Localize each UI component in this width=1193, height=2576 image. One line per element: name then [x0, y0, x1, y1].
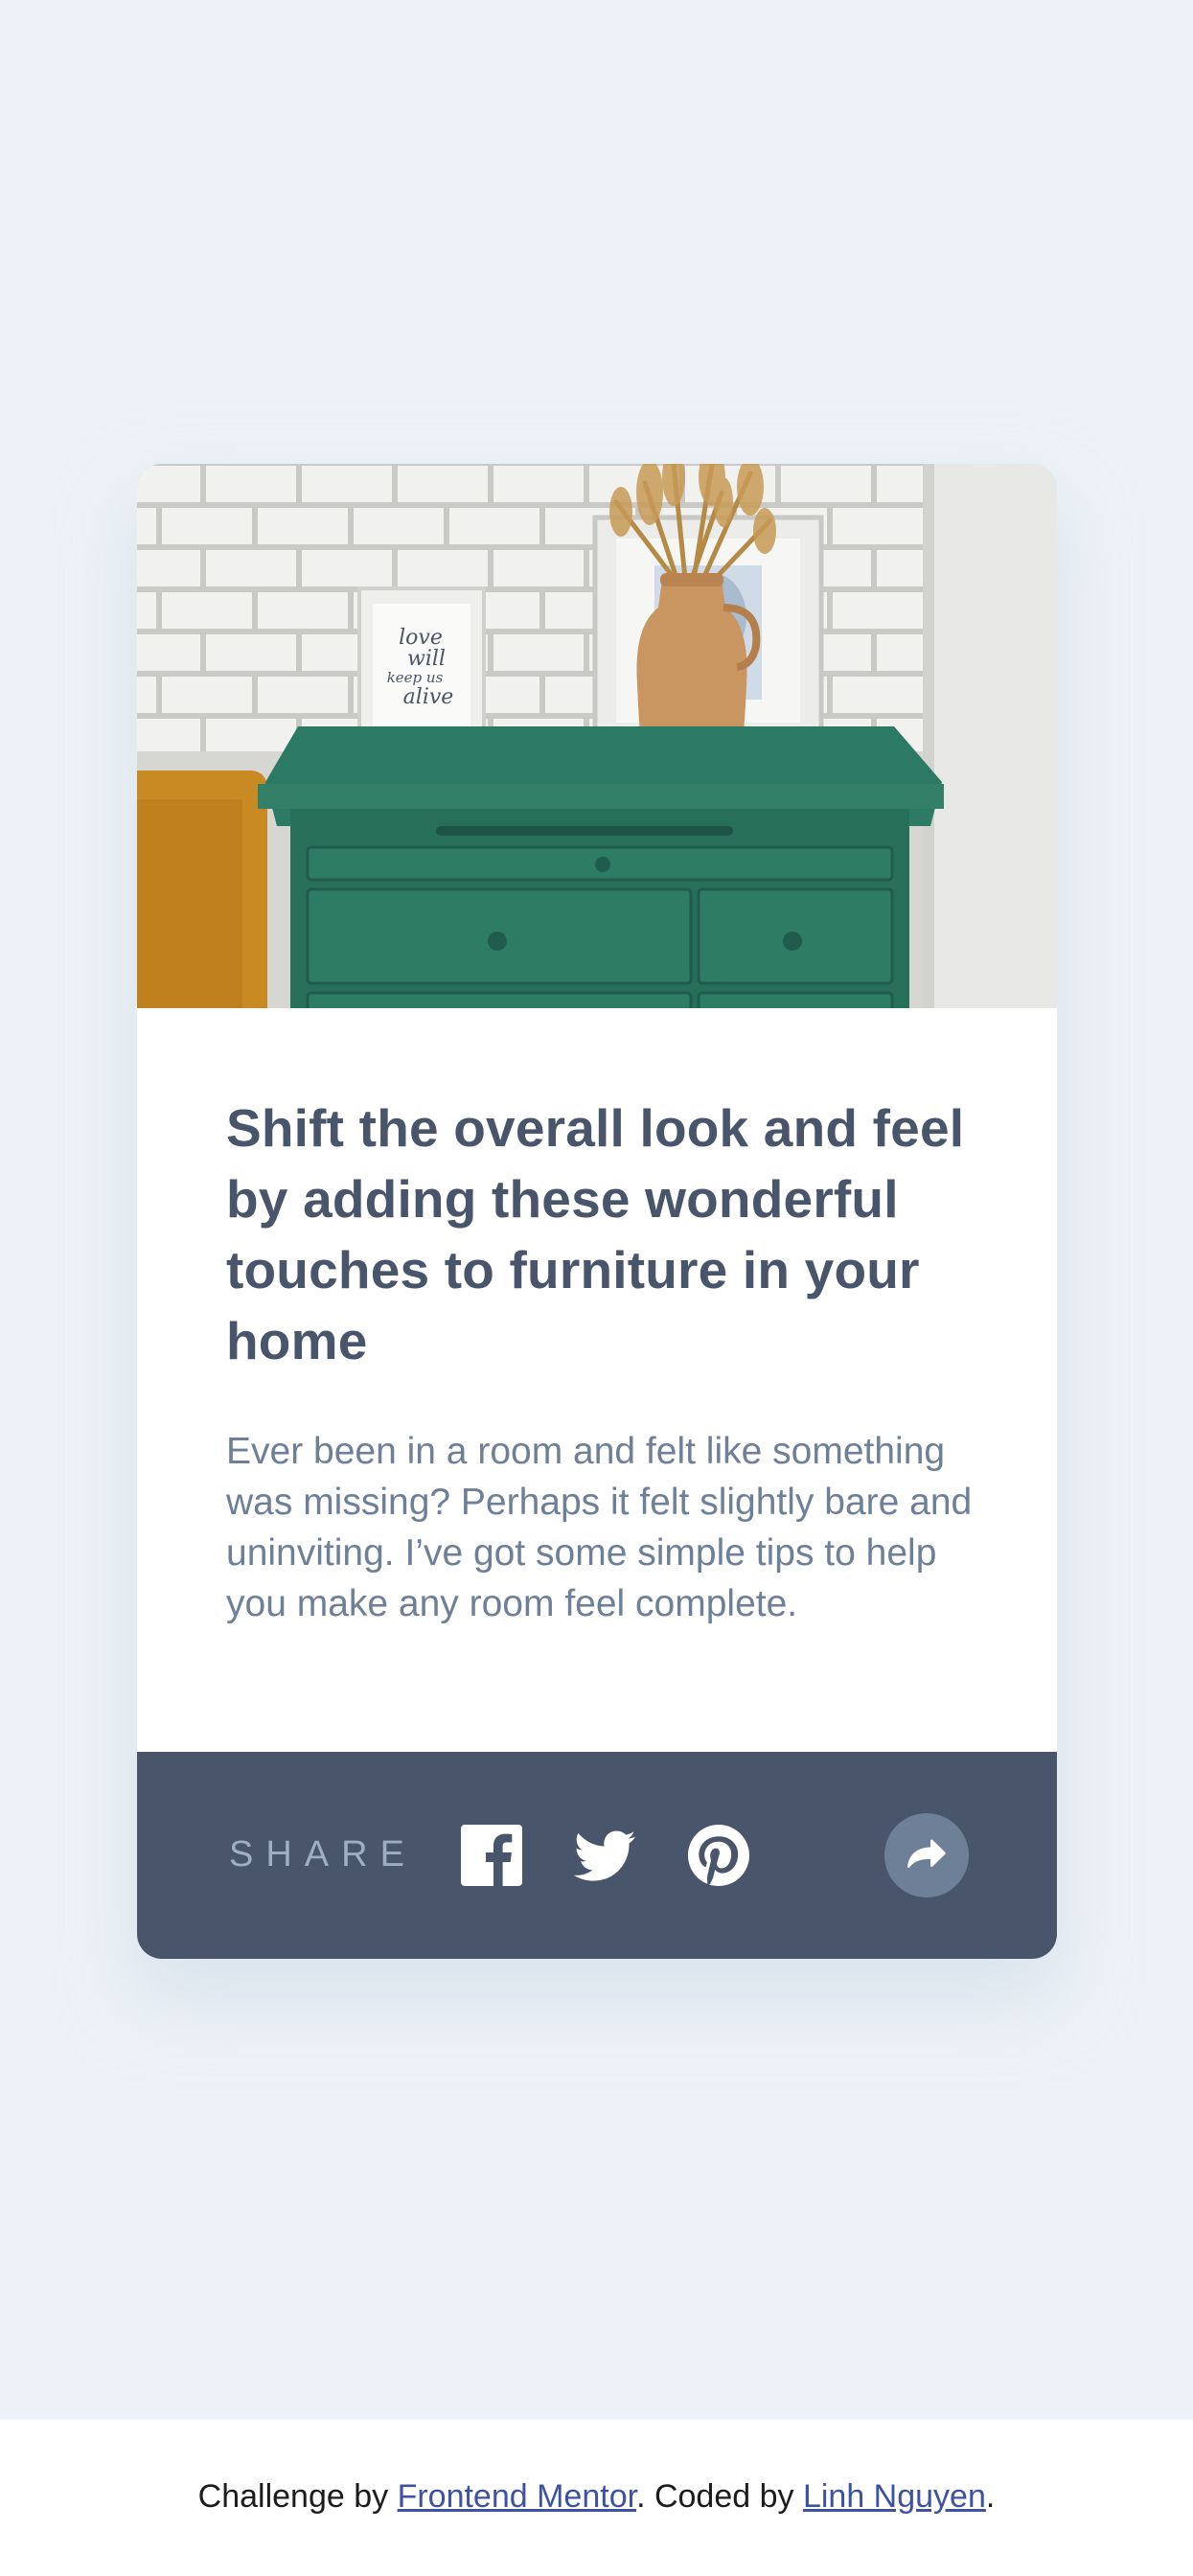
- pinterest-icon: [688, 1825, 749, 1886]
- green-dresser: [258, 726, 944, 1008]
- article-title: Shift the overall look and feel by addin…: [226, 1098, 965, 1370]
- attribution: Challenge by Frontend Mentor. Coded by L…: [0, 2475, 1193, 2518]
- frame-text-line: will: [407, 647, 446, 671]
- attribution-middle: . Coded by: [636, 2478, 803, 2515]
- facebook-icon: [461, 1825, 522, 1886]
- twitter-icon: [574, 1830, 635, 1881]
- attribution-prefix: Challenge by: [197, 2478, 398, 2515]
- frame-text-line: alive: [403, 685, 454, 709]
- doorframe: [923, 464, 1057, 1008]
- page-footer: Challenge by Frontend Mentor. Coded by L…: [0, 2420, 1193, 2576]
- drawers-image: love will keep us alive: [137, 464, 1057, 1008]
- armchair: [137, 770, 267, 1008]
- share-arrow-icon: [907, 1839, 946, 1868]
- framed-quote: love will keep us alive: [357, 586, 486, 744]
- share-label: SHARE: [229, 1834, 417, 1874]
- drawers-illustration: love will keep us alive: [137, 464, 1057, 1008]
- frontend-mentor-link[interactable]: Frontend Mentor: [398, 2478, 636, 2515]
- frame-text-line: keep us: [387, 669, 444, 686]
- share-button[interactable]: [884, 1813, 969, 1898]
- pinterest-link[interactable]: [688, 1825, 749, 1886]
- article-card: love will keep us alive Shift the overal…: [137, 464, 1057, 1959]
- facebook-link[interactable]: [461, 1825, 522, 1886]
- twitter-link[interactable]: [574, 1825, 635, 1886]
- share-bar: SHARE: [137, 1752, 1057, 1959]
- article-description: Ever been in a room and felt like someth…: [226, 1431, 973, 1624]
- attribution-suffix: .: [985, 2478, 996, 2515]
- author-link[interactable]: Linh Nguyen: [803, 2478, 986, 2515]
